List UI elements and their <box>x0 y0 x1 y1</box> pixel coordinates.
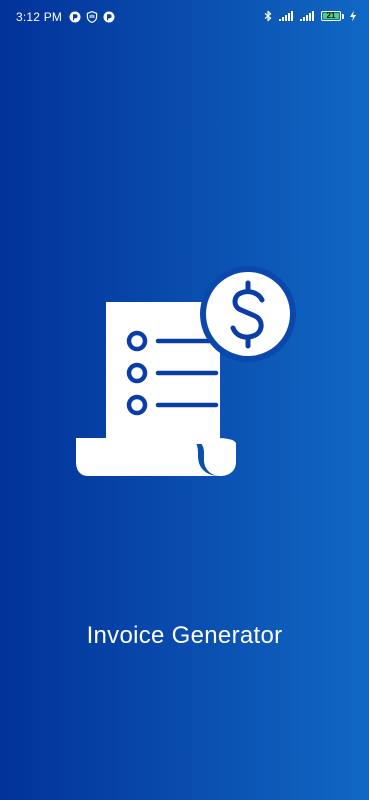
splash-screen: 3:12 PM 21 Invoice Generator <box>0 0 369 800</box>
app-notification-icon <box>103 11 115 23</box>
status-time: 3:12 PM <box>16 10 63 24</box>
shield-notification-icon <box>86 11 98 23</box>
signal-icon <box>300 11 316 21</box>
battery-icon: 21 <box>321 11 341 21</box>
signal-icon <box>279 11 295 21</box>
charging-icon <box>349 10 357 22</box>
battery-level: 21 <box>326 11 336 20</box>
app-title: Invoice Generator <box>86 622 283 649</box>
status-right: 21 <box>262 10 357 22</box>
bluetooth-icon <box>262 10 274 22</box>
app-notification-icon <box>69 11 81 23</box>
invoice-receipt-dollar-icon <box>76 266 296 476</box>
status-left: 3:12 PM <box>16 10 115 24</box>
status-bar: 3:12 PM 21 <box>0 0 369 34</box>
battery-cap <box>342 13 344 19</box>
